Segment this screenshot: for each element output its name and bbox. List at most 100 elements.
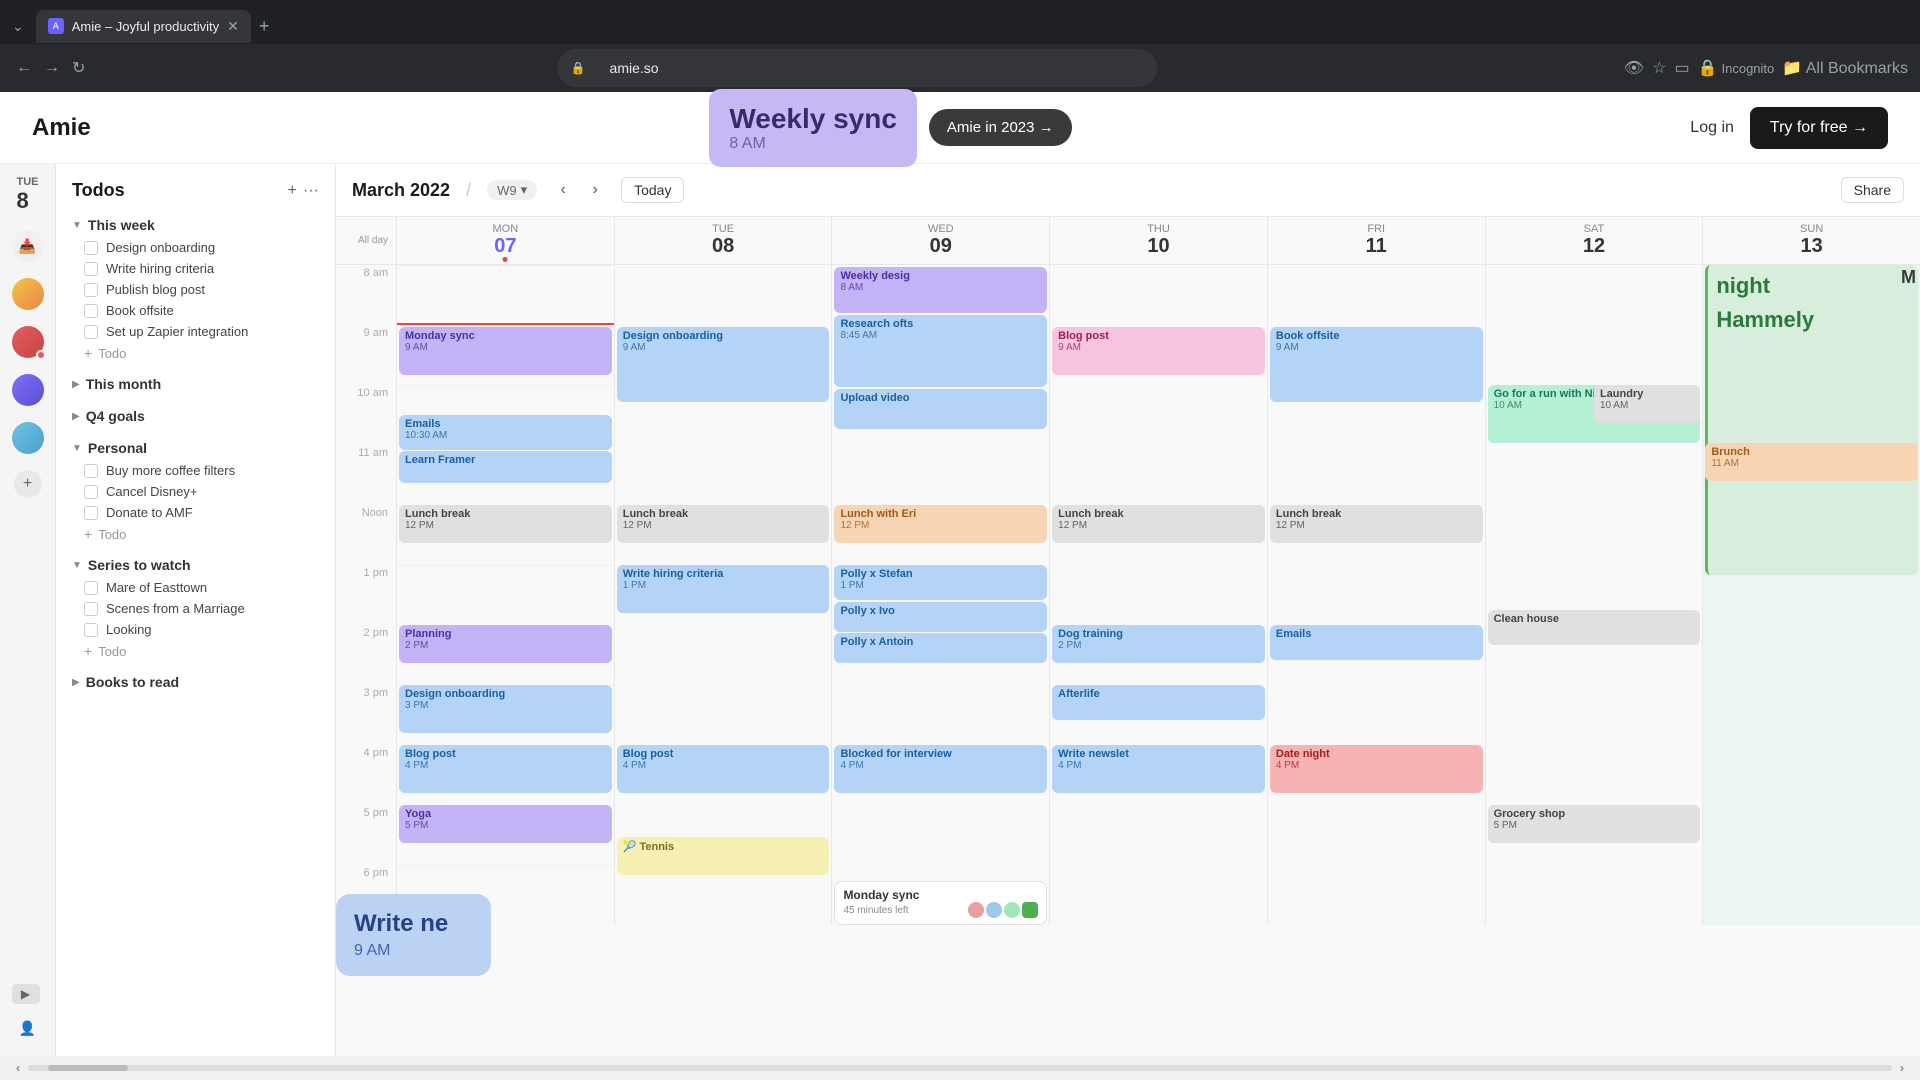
avatar-3[interactable]: [12, 374, 44, 406]
event-blog-post-mon[interactable]: Blog post 4 PM: [399, 745, 612, 793]
event-learn-framer[interactable]: Learn Framer: [399, 451, 612, 483]
event-polly-antoin[interactable]: Polly x Antoin: [834, 633, 1047, 663]
add-calendar-btn[interactable]: +: [14, 470, 42, 498]
event-emails-mon[interactable]: Emails 10:30 AM: [399, 415, 612, 450]
all-day-label: All day: [336, 217, 396, 265]
event-write-newslet[interactable]: Write newslet 4 PM: [1052, 745, 1265, 793]
event-design-onboarding-tue[interactable]: Design onboarding 9 AM: [617, 327, 830, 402]
todo-checkbox[interactable]: [84, 506, 98, 520]
profile-icon[interactable]: 👤: [12, 1012, 44, 1044]
event-emails-fri[interactable]: Emails: [1270, 625, 1483, 660]
forward-btn[interactable]: →: [40, 54, 64, 82]
event-laundry[interactable]: Laundry 10 AM: [1594, 385, 1700, 423]
books-header[interactable]: ▶ Books to read: [72, 670, 319, 694]
event-night-hammely[interactable]: night Hammely: [1705, 265, 1918, 575]
event-design-onboarding-mon[interactable]: Design onboarding 3 PM: [399, 685, 612, 733]
week-badge[interactable]: W9 ▾: [487, 180, 537, 200]
day-col-fri: Book offsite 9 AM Lunch break 12 PM Emai…: [1267, 265, 1485, 925]
todo-checkbox[interactable]: [84, 464, 98, 478]
new-tab-btn[interactable]: +: [251, 12, 278, 41]
todo-item: Donate to AMF: [72, 502, 319, 523]
event-blog-post-thu[interactable]: Blog post 9 AM: [1052, 327, 1265, 375]
todo-checkbox[interactable]: [84, 602, 98, 616]
event-lunch-tue[interactable]: Lunch break 12 PM: [617, 505, 830, 543]
scroll-left-btn[interactable]: ‹: [16, 1061, 20, 1075]
todo-checkbox[interactable]: [84, 283, 98, 297]
event-research[interactable]: Research ofts 8:45 AM: [834, 315, 1047, 387]
event-blog-post-tue[interactable]: Blog post 4 PM: [617, 745, 830, 793]
event-monday-sync[interactable]: Monday sync 9 AM: [399, 327, 612, 375]
login-button[interactable]: Log in: [1690, 119, 1734, 137]
time-4pm: 4 pm: [336, 745, 396, 805]
todo-checkbox[interactable]: [84, 325, 98, 339]
try-free-button[interactable]: Try for free →: [1750, 107, 1888, 149]
event-polly-ivo[interactable]: Polly x Ivo: [834, 602, 1047, 632]
avatar-4[interactable]: [12, 422, 44, 454]
bookmarks-btn[interactable]: 📁 All Bookmarks: [1782, 58, 1908, 78]
sidebar-toggle-btn[interactable]: ▭: [1674, 58, 1689, 78]
this-month-header[interactable]: ▶ This month: [72, 372, 319, 396]
todo-checkbox[interactable]: [84, 623, 98, 637]
personal-section: ▼ Personal Buy more coffee filters Cance…: [72, 436, 319, 545]
day-header-thu: Thu 10: [1049, 217, 1267, 264]
event-date-night[interactable]: Date night 4 PM: [1270, 745, 1483, 793]
this-week-header[interactable]: ▼ This week: [72, 213, 319, 237]
todo-checkbox[interactable]: [84, 241, 98, 255]
event-monday-sync-wed[interactable]: Monday sync 45 minutes left: [834, 881, 1047, 925]
today-btn[interactable]: Today: [621, 177, 684, 203]
extensions-btn[interactable]: 👁: [1624, 58, 1644, 78]
todo-checkbox[interactable]: [84, 485, 98, 499]
inbox-icon[interactable]: 📥: [12, 230, 44, 262]
reload-btn[interactable]: ↻: [68, 54, 89, 82]
event-lunch-thu[interactable]: Lunch break 12 PM: [1052, 505, 1265, 543]
address-input[interactable]: [594, 54, 1143, 82]
todo-checkbox[interactable]: [84, 304, 98, 318]
add-series-todo[interactable]: + Todo: [72, 640, 319, 662]
share-btn[interactable]: Share: [1841, 177, 1904, 203]
amie-2023-button[interactable]: Amie in 2023 →: [929, 109, 1072, 146]
q4-goals-section: ▶ Q4 goals: [72, 404, 319, 428]
event-tennis[interactable]: 🎾 Tennis: [617, 837, 830, 875]
event-planning[interactable]: Planning 2 PM: [399, 625, 612, 663]
time-10am: 10 am: [336, 385, 396, 445]
event-lunch-fri[interactable]: Lunch break 12 PM: [1270, 505, 1483, 543]
todo-options-btn[interactable]: ···: [303, 182, 319, 200]
add-todo-btn[interactable]: +: [288, 182, 297, 200]
expand-sidebar-btn[interactable]: ▶: [12, 984, 40, 1004]
personal-header[interactable]: ▼ Personal: [72, 436, 319, 460]
event-blocked-interview[interactable]: Blocked for interview 4 PM: [834, 745, 1047, 793]
series-section: ▼ Series to watch Mare of Easttown Scene…: [72, 553, 319, 662]
write-note-time: 9 AM: [354, 942, 473, 960]
add-this-week-todo[interactable]: + Todo: [72, 342, 319, 364]
event-write-hiring[interactable]: Write hiring criteria 1 PM: [617, 565, 830, 613]
add-personal-todo[interactable]: + Todo: [72, 523, 319, 545]
avatar-1[interactable]: [12, 278, 44, 310]
event-lunch-mon[interactable]: Lunch break 12 PM: [399, 505, 612, 543]
event-weekly-design[interactable]: Weekly desig 8 AM: [834, 267, 1047, 313]
event-grocery-shop[interactable]: Grocery shop 5 PM: [1488, 805, 1701, 843]
event-book-offsite[interactable]: Book offsite 9 AM: [1270, 327, 1483, 402]
todo-checkbox[interactable]: [84, 262, 98, 276]
next-week-btn[interactable]: ›: [581, 176, 609, 204]
todo-checkbox[interactable]: [84, 581, 98, 595]
weekly-sync-title: Weekly sync: [729, 103, 897, 135]
event-dog-training[interactable]: Dog training 2 PM: [1052, 625, 1265, 663]
tab-list-btn[interactable]: ⌄: [8, 14, 28, 39]
event-afterlife[interactable]: Afterlife: [1052, 685, 1265, 720]
tab-close-btn[interactable]: ✕: [227, 18, 239, 35]
active-tab[interactable]: A Amie – Joyful productivity ✕: [36, 10, 251, 43]
q4-goals-header[interactable]: ▶ Q4 goals: [72, 404, 319, 428]
event-brunch[interactable]: Brunch 11 AM: [1705, 443, 1918, 481]
scroll-right-btn[interactable]: ›: [1900, 1061, 1904, 1075]
time-8am: 8 am: [336, 265, 396, 325]
event-clean-house[interactable]: Clean house: [1488, 610, 1701, 645]
event-yoga[interactable]: Yoga 5 PM: [399, 805, 612, 843]
event-polly-stefan[interactable]: Polly x Stefan 1 PM: [834, 565, 1047, 600]
series-header[interactable]: ▼ Series to watch: [72, 553, 319, 577]
prev-week-btn[interactable]: ‹: [549, 176, 577, 204]
event-upload-video[interactable]: Upload video: [834, 389, 1047, 429]
write-note-title: Write ne: [354, 910, 473, 938]
event-lunch-eri[interactable]: Lunch with Eri 12 PM: [834, 505, 1047, 543]
bookmark-btn[interactable]: ☆: [1652, 58, 1666, 78]
back-btn[interactable]: ←: [12, 54, 36, 82]
